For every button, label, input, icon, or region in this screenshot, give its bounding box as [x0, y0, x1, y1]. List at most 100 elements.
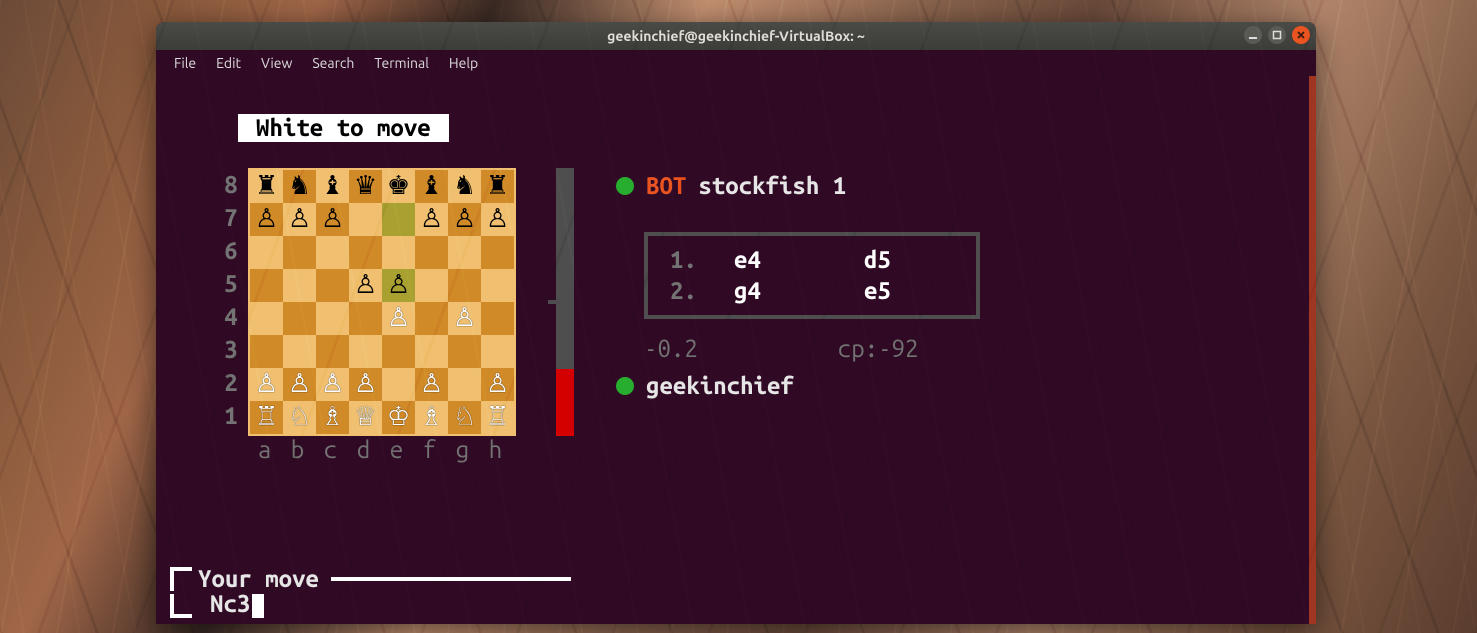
eval-midline-icon — [548, 300, 556, 304]
square-e5: ♙ — [382, 269, 415, 302]
square-c8: ♝ — [316, 170, 349, 203]
close-button[interactable] — [1292, 26, 1310, 44]
square-a8: ♜ — [250, 170, 283, 203]
desktop-wallpaper: geekinchief@geekinchief-VirtualBox: ~ Fi… — [0, 0, 1477, 633]
square-c4 — [316, 302, 349, 335]
square-a4 — [250, 302, 283, 335]
square-a1: ♖ — [250, 401, 283, 434]
window-title: geekinchief@geekinchief-VirtualBox: ~ — [607, 28, 865, 44]
square-c2: ♙ — [316, 368, 349, 401]
prompt-rule-icon — [331, 577, 571, 581]
square-f8: ♝ — [415, 170, 448, 203]
text-cursor-icon — [252, 594, 264, 618]
rank-6: 6 — [222, 234, 240, 267]
menubar: File Edit View Search Terminal Help — [156, 50, 1316, 76]
square-g6 — [448, 236, 481, 269]
square-f7: ♙ — [415, 203, 448, 236]
opponent-row: BOT stockfish 1 — [616, 172, 980, 200]
move-1w: e4 — [734, 246, 864, 274]
square-d4 — [349, 302, 382, 335]
square-h5 — [481, 269, 514, 302]
rank-4: 4 — [222, 300, 240, 333]
square-h1: ♖ — [481, 401, 514, 434]
square-d8: ♛ — [349, 170, 382, 203]
bracket-top-icon — [170, 567, 192, 591]
eval-fill — [556, 369, 574, 436]
square-f4 — [415, 302, 448, 335]
square-c3 — [316, 335, 349, 368]
move-1b: d5 — [864, 246, 954, 274]
file-labels: a b c d e f g h — [248, 436, 516, 464]
menu-terminal[interactable]: Terminal — [366, 53, 437, 73]
menu-view[interactable]: View — [253, 53, 300, 73]
square-g7: ♙ — [448, 203, 481, 236]
rank-3: 3 — [222, 333, 240, 366]
minimize-button[interactable] — [1244, 26, 1262, 44]
window-titlebar[interactable]: geekinchief@geekinchief-VirtualBox: ~ — [156, 22, 1316, 50]
move-prompt: Your move Nc3 — [170, 565, 571, 618]
square-g5 — [448, 269, 481, 302]
rank-1: 1 — [222, 399, 240, 432]
square-d5: ♙ — [349, 269, 382, 302]
square-b1: ♘ — [283, 401, 316, 434]
online-dot-icon — [616, 377, 634, 395]
rank-7: 7 — [222, 201, 240, 234]
square-e1: ♔ — [382, 401, 415, 434]
menu-search[interactable]: Search — [304, 53, 362, 73]
square-h4 — [481, 302, 514, 335]
square-b6 — [283, 236, 316, 269]
move-num-1: 1. — [670, 246, 734, 274]
file-b: b — [281, 436, 314, 464]
square-e6 — [382, 236, 415, 269]
square-b8: ♞ — [283, 170, 316, 203]
square-g8: ♞ — [448, 170, 481, 203]
square-g4: ♙ — [448, 302, 481, 335]
square-a6 — [250, 236, 283, 269]
file-c: c — [314, 436, 347, 464]
rank-5: 5 — [222, 267, 240, 300]
move-2w: g4 — [734, 277, 864, 305]
file-d: d — [347, 436, 380, 464]
bot-tag: BOT — [646, 172, 686, 200]
file-f: f — [413, 436, 446, 464]
square-h7: ♙ — [481, 203, 514, 236]
menu-edit[interactable]: Edit — [208, 53, 249, 73]
square-f3 — [415, 335, 448, 368]
file-g: g — [446, 436, 479, 464]
square-d6 — [349, 236, 382, 269]
square-d2: ♙ — [349, 368, 382, 401]
square-e3 — [382, 335, 415, 368]
terminal-window: geekinchief@geekinchief-VirtualBox: ~ Fi… — [156, 22, 1316, 624]
square-f1: ♗ — [415, 401, 448, 434]
maximize-button[interactable] — [1268, 26, 1286, 44]
menu-help[interactable]: Help — [441, 53, 486, 73]
square-b5 — [283, 269, 316, 302]
square-b7: ♙ — [283, 203, 316, 236]
square-d7 — [349, 203, 382, 236]
bracket-bottom-icon — [170, 594, 192, 618]
eval-bar — [556, 168, 574, 436]
square-e8: ♚ — [382, 170, 415, 203]
rank-labels: 8 7 6 5 4 3 2 1 — [222, 168, 240, 432]
square-h8: ♜ — [481, 170, 514, 203]
self-row: geekinchief — [616, 372, 980, 400]
move-input[interactable]: Nc3 — [210, 590, 250, 618]
terminal-content[interactable]: White to move 8 7 6 5 4 3 2 1 ♜♞♝♛♚♝♞♜♙♙… — [156, 76, 1316, 624]
square-c7: ♙ — [316, 203, 349, 236]
scrollbar[interactable] — [1309, 76, 1316, 624]
file-e: e — [380, 436, 413, 464]
score-row: -0.2 cp:-92 — [644, 335, 980, 363]
cp-score: cp:-92 — [838, 335, 919, 363]
square-d1: ♕ — [349, 401, 382, 434]
square-e4: ♙ — [382, 302, 415, 335]
square-h6 — [481, 236, 514, 269]
square-a2: ♙ — [250, 368, 283, 401]
info-panel: BOT stockfish 1 1. e4 d5 2. g4 e5 -0.2 c… — [616, 172, 980, 400]
square-d3 — [349, 335, 382, 368]
online-dot-icon — [616, 177, 634, 195]
square-a7: ♙ — [250, 203, 283, 236]
menu-file[interactable]: File — [166, 53, 204, 73]
file-h: h — [479, 436, 512, 464]
rank-2: 2 — [222, 366, 240, 399]
move-num-2: 2. — [670, 277, 734, 305]
